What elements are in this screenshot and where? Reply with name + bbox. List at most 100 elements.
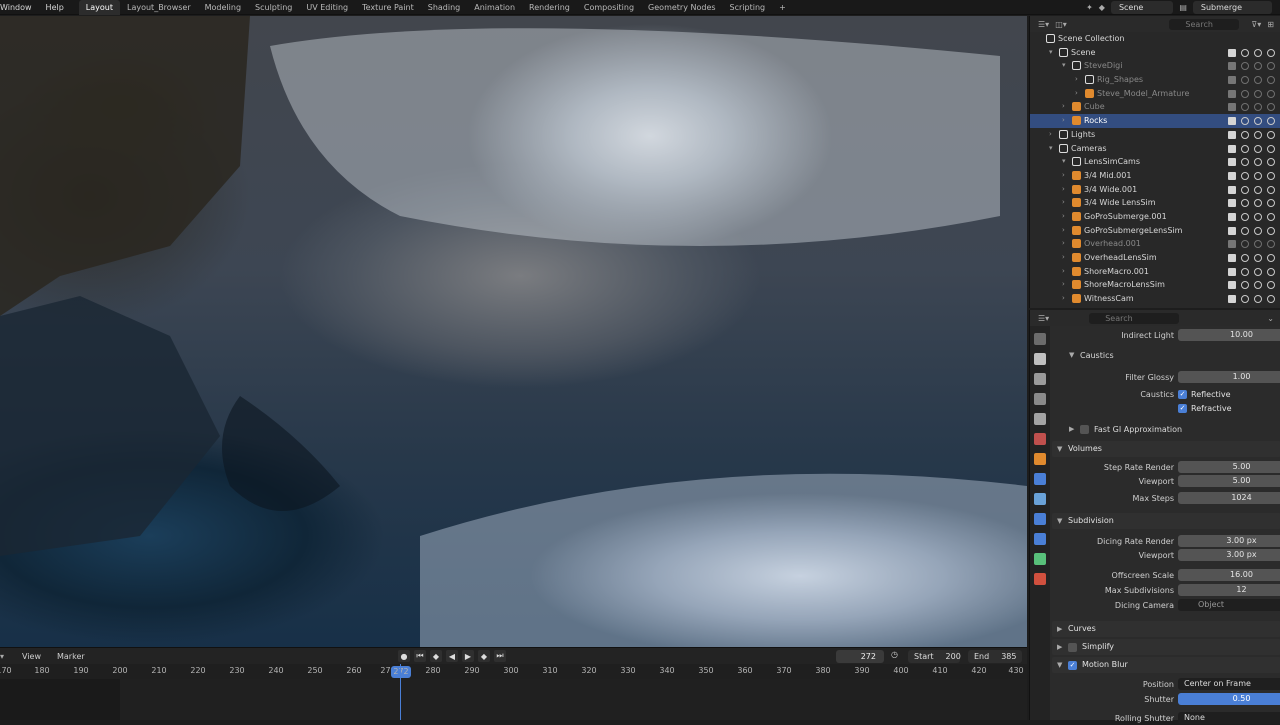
- outliner-search[interactable]: Search: [1169, 18, 1240, 30]
- disclosure-icon[interactable]: ›: [1062, 196, 1065, 210]
- dicing-camera-field[interactable]: Object: [1178, 599, 1280, 611]
- tab-layout[interactable]: Layout: [78, 0, 120, 15]
- filter-glossy-field[interactable]: 1.00: [1178, 371, 1280, 383]
- exclude-checkbox[interactable]: [1228, 76, 1236, 85]
- subdivision-panel[interactable]: ▼ Subdivision: [1052, 513, 1280, 529]
- exclude-checkbox[interactable]: [1228, 226, 1236, 235]
- eye-icon[interactable]: [1254, 62, 1262, 71]
- render-icon[interactable]: [1267, 48, 1275, 57]
- eye-icon[interactable]: [1254, 199, 1262, 208]
- rolling-shutter-dropdown[interactable]: None: [1178, 712, 1280, 724]
- exclude-checkbox[interactable]: [1228, 62, 1236, 71]
- 3d-viewport[interactable]: [0, 16, 1027, 647]
- current-frame-field[interactable]: 272: [836, 650, 884, 663]
- pin-icon[interactable]: ✦: [1086, 3, 1093, 12]
- scene-tab-icon[interactable]: [1034, 413, 1046, 425]
- new-collection-icon[interactable]: ⊞: [1267, 20, 1274, 29]
- tab-modeling[interactable]: Modeling: [198, 0, 248, 15]
- disclosure-icon[interactable]: ›: [1075, 73, 1078, 87]
- shutter-field[interactable]: 0.50: [1178, 693, 1280, 705]
- outliner-row[interactable]: › Rig_Shapes: [1030, 73, 1280, 87]
- select-icon[interactable]: [1241, 158, 1249, 167]
- offscreen-scale-field[interactable]: 16.00: [1178, 569, 1280, 581]
- disclosure-icon[interactable]: ▾: [1049, 46, 1053, 60]
- editor-type-icon[interactable]: ▾: [0, 652, 4, 661]
- exclude-checkbox[interactable]: [1228, 48, 1236, 57]
- outliner-row[interactable]: ▾ Cameras: [1030, 142, 1280, 156]
- outliner-row[interactable]: › OverheadLensSim: [1030, 251, 1280, 265]
- outliner-row[interactable]: › GoProSubmergeLensSim: [1030, 224, 1280, 238]
- step-viewport-field[interactable]: 5.00: [1178, 475, 1280, 487]
- disclosure-icon[interactable]: ›: [1062, 292, 1065, 306]
- select-icon[interactable]: [1241, 254, 1249, 262]
- render-icon[interactable]: [1267, 281, 1275, 290]
- eye-icon[interactable]: [1254, 185, 1262, 194]
- view-layer-selector[interactable]: Submerge: [1192, 1, 1272, 14]
- eye-icon[interactable]: [1254, 295, 1262, 304]
- eye-icon[interactable]: [1254, 281, 1262, 290]
- particles-tab-icon[interactable]: [1034, 493, 1046, 505]
- tab-compositing[interactable]: Compositing: [577, 0, 641, 15]
- disclosure-icon[interactable]: ›: [1062, 100, 1065, 114]
- disclosure-icon[interactable]: ›: [1062, 237, 1065, 251]
- select-icon[interactable]: [1241, 89, 1249, 98]
- pin-icon[interactable]: ⌄: [1267, 314, 1274, 323]
- eye-icon[interactable]: [1254, 171, 1262, 180]
- select-icon[interactable]: [1241, 226, 1249, 235]
- select-icon[interactable]: [1241, 295, 1249, 304]
- disclosure-icon[interactable]: ▾: [1062, 155, 1066, 169]
- tab-geometry-nodes[interactable]: Geometry Nodes: [641, 0, 722, 15]
- select-icon[interactable]: [1241, 267, 1249, 276]
- disclosure-icon[interactable]: ›: [1062, 265, 1065, 279]
- render-icon[interactable]: [1267, 144, 1275, 153]
- start-field[interactable]: Start 200: [908, 650, 961, 663]
- scene-selector[interactable]: Scene: [1110, 1, 1174, 14]
- exclude-checkbox[interactable]: [1228, 89, 1236, 98]
- modifier-tab-icon[interactable]: [1034, 473, 1046, 485]
- step-rate-render-field[interactable]: 5.00: [1178, 461, 1280, 473]
- timeline-menu-view[interactable]: View: [14, 652, 49, 661]
- exclude-checkbox[interactable]: [1228, 130, 1236, 139]
- fast-gi-panel[interactable]: ▶ Fast GI Approximation: [1062, 422, 1280, 437]
- select-icon[interactable]: [1241, 199, 1249, 208]
- eye-icon[interactable]: [1254, 130, 1262, 139]
- select-icon[interactable]: [1241, 144, 1249, 153]
- eye-icon[interactable]: [1254, 267, 1262, 276]
- tab-sculpting[interactable]: Sculpting: [248, 0, 299, 15]
- outliner-row[interactable]: › Steve_Model_Armature: [1030, 87, 1280, 101]
- outliner-row[interactable]: › Rocks: [1030, 114, 1280, 128]
- disclosure-icon[interactable]: ›: [1062, 210, 1065, 224]
- exclude-checkbox[interactable]: [1228, 117, 1236, 126]
- world-tab-icon[interactable]: [1034, 433, 1046, 445]
- exclude-checkbox[interactable]: [1228, 171, 1236, 180]
- disclosure-icon[interactable]: ›: [1062, 251, 1065, 265]
- disclosure-icon[interactable]: ›: [1062, 278, 1065, 292]
- render-icon[interactable]: [1267, 76, 1275, 85]
- outliner-row[interactable]: › ShoreMacro.001: [1030, 265, 1280, 279]
- tab-texture-paint[interactable]: Texture Paint: [355, 0, 421, 15]
- render-icon[interactable]: [1267, 240, 1275, 249]
- data-tab-icon[interactable]: [1034, 553, 1046, 565]
- indirect-light-field[interactable]: 10.00: [1178, 329, 1280, 341]
- eye-icon[interactable]: [1254, 254, 1262, 262]
- filter-icon[interactable]: ⊽▾: [1251, 20, 1261, 29]
- render-icon[interactable]: [1267, 267, 1275, 276]
- add-workspace-button[interactable]: +: [772, 0, 793, 15]
- object-tab-icon[interactable]: [1034, 453, 1046, 465]
- select-icon[interactable]: [1241, 117, 1249, 126]
- disclosure-icon[interactable]: ▾: [1062, 59, 1066, 73]
- outliner-row[interactable]: › GoProSubmerge.001: [1030, 210, 1280, 224]
- outliner-row[interactable]: › 3/4 Mid.001: [1030, 169, 1280, 183]
- render-icon[interactable]: [1267, 185, 1275, 194]
- outliner-row[interactable]: ▾ Scene: [1030, 46, 1280, 60]
- exclude-checkbox[interactable]: [1228, 267, 1236, 276]
- volumes-panel[interactable]: ▼ Volumes: [1052, 441, 1280, 457]
- select-icon[interactable]: [1241, 171, 1249, 180]
- tab-shading[interactable]: Shading: [421, 0, 468, 15]
- caustics-panel[interactable]: ▼ Caustics: [1062, 348, 1280, 363]
- disclosure-icon[interactable]: ›: [1062, 224, 1065, 238]
- reflective-checkbox[interactable]: ✓: [1178, 390, 1187, 399]
- disclosure-icon[interactable]: ›: [1049, 128, 1052, 142]
- disclosure-icon[interactable]: ›: [1062, 169, 1065, 183]
- timeline-ruler[interactable]: 170 180 190 200 210 220 230 240 250 260 …: [0, 664, 1027, 679]
